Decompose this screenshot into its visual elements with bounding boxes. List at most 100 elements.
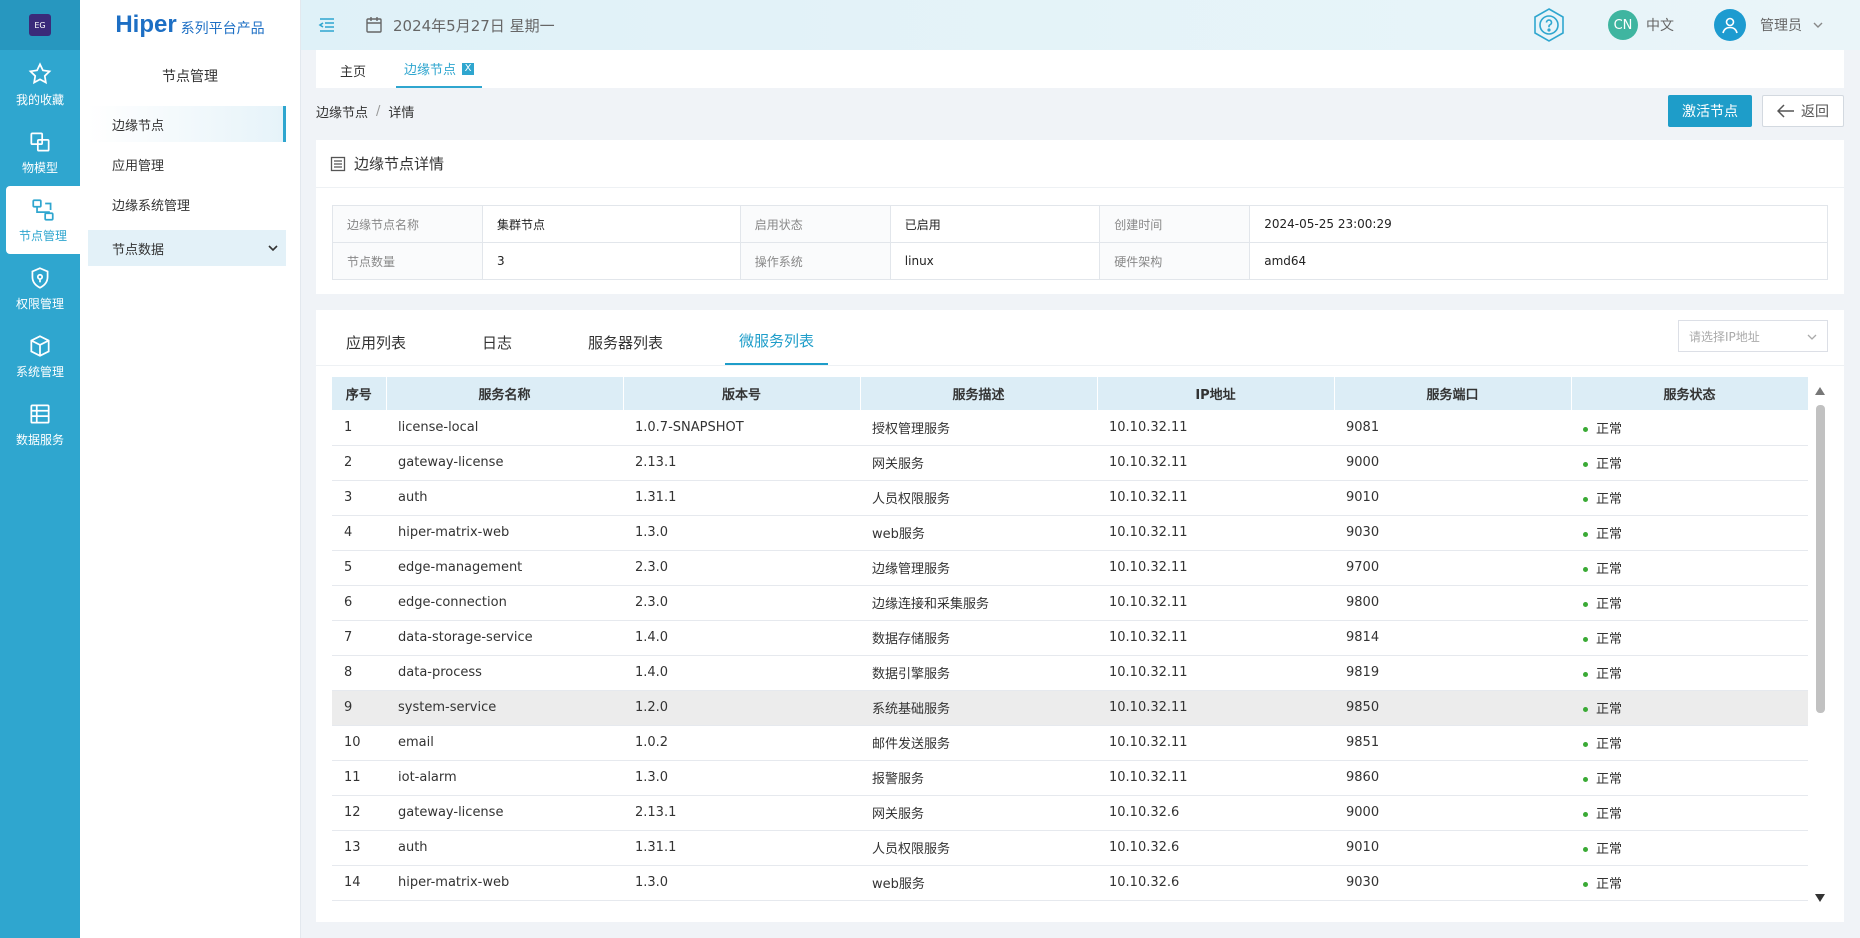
row-index: 14 (332, 865, 386, 901)
status-dot-icon (1583, 777, 1588, 782)
column-header[interactable]: 服务端口 (1334, 377, 1572, 410)
table-row[interactable]: 5 edge-management 2.3.0 边缘管理服务 10.10.32.11 97… (332, 550, 1808, 586)
version: 2.13.1 (623, 445, 860, 481)
service-port: 9000 (1334, 445, 1571, 481)
calendar-icon (366, 17, 382, 33)
detail-value: 已启用 (889, 205, 1101, 243)
ip-address-select[interactable]: 请选择IP地址 (1678, 320, 1828, 352)
scroll-down-icon[interactable] (1815, 894, 1825, 902)
chevron-down-icon[interactable] (1812, 19, 1824, 31)
vertical-scrollbar[interactable] (1812, 377, 1828, 908)
tab-logs[interactable]: 日志 (468, 332, 526, 365)
sidebar-item-edge-system[interactable]: 边缘系统管理 (88, 186, 286, 222)
icon-rail: EG 我的收藏 物模型 节点管理 权限管理 系统管理 数据服务 (0, 0, 80, 938)
table-row[interactable]: 4 hiper-matrix-web 1.3.0 web服务 10.10.32.11 90… (332, 515, 1808, 551)
service-status: 正常 (1571, 550, 1808, 586)
status-dot-icon (1583, 707, 1588, 712)
service-description: web服务 (860, 515, 1097, 551)
row-index: 5 (332, 550, 386, 586)
rail-item-system[interactable]: 系统管理 (0, 322, 80, 390)
table-row[interactable]: 12 gateway-license 2.13.1 网关服务 10.10.32.6 900… (332, 795, 1808, 831)
sidebar-item-app-management[interactable]: 应用管理 (88, 146, 286, 182)
rail-item-label: 物模型 (21, 160, 58, 175)
service-description: 人员权限服务 (860, 480, 1097, 516)
detail-value: 3 (482, 242, 741, 280)
rail-item-node[interactable]: 节点管理 (6, 186, 80, 254)
scroll-up-icon[interactable] (1815, 387, 1825, 395)
status-text: 正常 (1596, 737, 1623, 752)
version: 1.3.0 (623, 760, 860, 796)
column-header[interactable]: 服务状态 (1571, 377, 1809, 410)
ip-address: 10.10.32.11 (1097, 445, 1334, 481)
help-icon[interactable] (1530, 6, 1568, 44)
row-index: 12 (332, 795, 386, 831)
breadcrumb-parent[interactable]: 边缘节点 (316, 102, 368, 121)
column-header[interactable]: 版本号 (623, 377, 861, 410)
app-logo[interactable]: EG (0, 0, 80, 50)
status-dot-icon (1583, 462, 1588, 467)
close-icon[interactable]: X (462, 62, 475, 75)
table-row[interactable]: 10 email 1.0.2 邮件发送服务 10.10.32.11 9851 正常 (332, 725, 1808, 761)
table-row[interactable]: 7 data-storage-service 1.4.0 数据存储服务 10.10.32… (332, 620, 1808, 656)
activate-node-button[interactable]: 激活节点 (1668, 95, 1752, 127)
rail-item-permission[interactable]: 权限管理 (0, 254, 80, 322)
column-header[interactable]: IP地址 (1097, 377, 1335, 410)
service-name: edge-connection (386, 585, 623, 621)
version: 1.0.2 (623, 725, 860, 761)
service-name: gateway-license (386, 795, 623, 831)
detail-key: 节点数量 (332, 242, 483, 280)
table-row[interactable]: 14 hiper-matrix-web 1.3.0 web服务 10.10.32.6 90… (332, 865, 1808, 901)
service-port: 9819 (1334, 655, 1571, 691)
service-description: 数据存储服务 (860, 620, 1097, 656)
table-row[interactable]: 8 data-process 1.4.0 数据引擎服务 10.10.32.11 9819 正… (332, 655, 1808, 691)
row-index: 7 (332, 620, 386, 656)
row-index: 1 (332, 410, 386, 446)
status-dot-icon (1583, 532, 1588, 537)
topbar: 2024年5月27日 星期一 CN 中文 管理员 (301, 0, 1860, 50)
status-dot-icon (1583, 497, 1588, 502)
node-icon (32, 198, 54, 221)
sidebar-title: 节点管理 (162, 69, 218, 85)
table-row[interactable]: 2 gateway-license 2.13.1 网关服务 10.10.32.11 900… (332, 445, 1808, 481)
back-button[interactable]: 返回 (1762, 95, 1844, 127)
rail-item-favorites[interactable]: 我的收藏 (0, 50, 80, 118)
ip-address: 10.10.32.11 (1097, 760, 1334, 796)
table-row[interactable]: 13 auth 1.31.1 人员权限服务 10.10.32.6 9010 正常 (332, 830, 1808, 866)
table-row[interactable]: 11 iot-alarm 1.3.0 报警服务 10.10.32.11 9860 正常 (332, 760, 1808, 796)
detail-table: 边缘节点名称 集群节点 启用状态 已启用 创建时间 2024-05-25 23:… (332, 205, 1828, 280)
service-description: 网关服务 (860, 445, 1097, 481)
user-name[interactable]: 管理员 (1760, 15, 1802, 35)
row-index: 13 (332, 830, 386, 866)
tab-server-list[interactable]: 服务器列表 (574, 332, 677, 365)
avatar[interactable] (1714, 9, 1746, 41)
tab-microservice-list[interactable]: 微服务列表 (725, 330, 829, 365)
ip-address: 10.10.32.6 (1097, 865, 1334, 901)
scrollbar-thumb[interactable] (1816, 405, 1825, 713)
column-header[interactable]: 序号 (332, 377, 387, 410)
sidebar-item-edge-node[interactable]: 边缘节点 (88, 106, 286, 142)
tab-app-list[interactable]: 应用列表 (332, 332, 420, 365)
breadcrumb-separator: / (376, 103, 381, 119)
table-row[interactable]: 3 auth 1.31.1 人员权限服务 10.10.32.11 9010 正常 (332, 480, 1808, 516)
status-dot-icon (1583, 742, 1588, 747)
ip-address: 10.10.32.6 (1097, 795, 1334, 831)
service-port: 9850 (1334, 690, 1571, 726)
column-header[interactable]: 服务名称 (386, 377, 624, 410)
rail-item-data[interactable]: 数据服务 (0, 390, 80, 458)
language-label[interactable]: 中文 (1646, 15, 1674, 35)
table-row[interactable]: 9 system-service 1.2.0 系统基础服务 10.10.32.11 985… (332, 690, 1808, 726)
ip-address: 10.10.32.11 (1097, 655, 1334, 691)
rail-item-model[interactable]: 物模型 (0, 118, 80, 186)
column-header[interactable]: 服务描述 (860, 377, 1098, 410)
table-row[interactable]: 1 license-local 1.0.7-SNAPSHOT 授权管理服务 10.10.… (332, 410, 1808, 446)
table-row[interactable]: 6 edge-connection 2.3.0 边缘连接和采集服务 10.10.32.1… (332, 585, 1808, 621)
list-tabs: 应用列表 日志 服务器列表 微服务列表 (316, 318, 1844, 366)
service-description: 系统基础服务 (860, 690, 1097, 726)
language-badge[interactable]: CN (1608, 10, 1638, 40)
sidebar-item-node-data[interactable]: 节点数据 (88, 230, 286, 266)
chevron-down-icon (1807, 334, 1817, 340)
topbar-right: CN 中文 管理员 (1530, 6, 1824, 44)
menu-toggle-icon[interactable] (317, 15, 337, 35)
tab-home[interactable]: 主页 (332, 61, 374, 88)
tab-edge-node[interactable]: 边缘节点 X (396, 59, 483, 88)
